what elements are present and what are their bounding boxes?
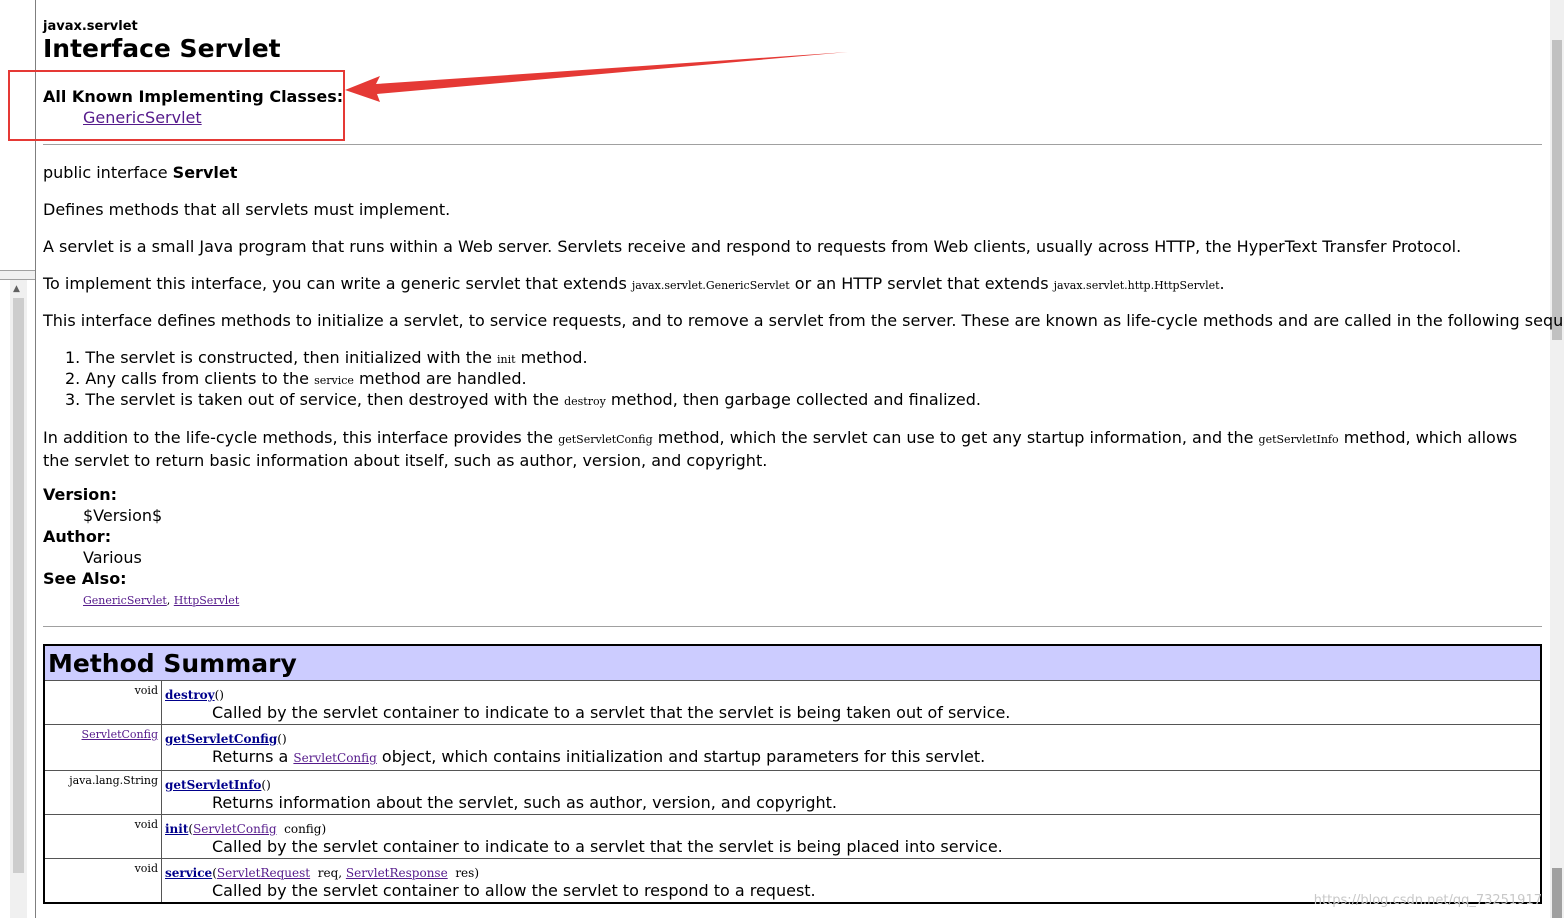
- see-also-genericservlet-link[interactable]: GenericServlet: [83, 594, 167, 607]
- author-label: Author:: [43, 527, 112, 546]
- table-row: void init(ServletConfig config) Called by…: [43, 814, 1542, 859]
- paragraph-4: This interface defines methods to initia…: [43, 311, 1564, 330]
- paragraph-2: A servlet is a small Java program that r…: [43, 237, 1462, 256]
- return-type: java.lang.String: [43, 770, 162, 815]
- table-row: void destroy() Called by the servlet cont…: [43, 680, 1542, 725]
- method-description: Returns information about the servlet, s…: [212, 793, 837, 812]
- main-scroll-thumb[interactable]: [1552, 40, 1562, 340]
- divider: [43, 626, 1542, 627]
- scroll-corner: [1552, 868, 1562, 918]
- see-also-httpservlet-link[interactable]: HttpServlet: [174, 594, 239, 607]
- method-summary-heading: Method Summary: [43, 644, 1542, 681]
- version-value: $Version$: [83, 506, 163, 525]
- return-type: void: [43, 680, 162, 725]
- param-servletrequest-link[interactable]: ServletRequest: [217, 866, 310, 880]
- author-value: Various: [83, 548, 142, 567]
- scroll-up-arrow-icon[interactable]: ▲: [13, 284, 20, 294]
- method-init-link[interactable]: init: [165, 822, 188, 836]
- return-type-servletconfig-link[interactable]: ServletConfig: [82, 728, 158, 741]
- method-description: Called by the servlet container to indic…: [212, 837, 1003, 856]
- version-label: Version:: [43, 485, 118, 504]
- left-scrollbar[interactable]: ▲: [10, 280, 27, 918]
- paragraph-5: In addition to the life-cycle methods, t…: [43, 428, 1518, 470]
- param-servletconfig-link[interactable]: ServletConfig: [193, 822, 276, 836]
- frame-splitter[interactable]: [0, 270, 35, 280]
- method-getservletconfig-link[interactable]: getServletConfig: [165, 732, 277, 746]
- paragraph-1: Defines methods that all servlets must i…: [43, 200, 451, 219]
- declaration: public interface Servlet: [43, 163, 238, 182]
- method-service-link[interactable]: service: [165, 866, 212, 880]
- list-item: 2. Any calls from clients to the service…: [65, 369, 527, 388]
- main-scrollbar[interactable]: [1550, 0, 1564, 918]
- method-getservletinfo-link[interactable]: getServletInfo: [165, 778, 261, 792]
- table-row: java.lang.String getServletInfo() Returns…: [43, 770, 1542, 815]
- see-also-links: GenericServlet, HttpServlet: [83, 594, 240, 607]
- package-name: javax.servlet: [43, 19, 138, 34]
- method-description: Returns a ServletConfig object, which co…: [212, 747, 986, 766]
- param-servletresponse-link[interactable]: ServletResponse: [346, 866, 448, 880]
- divider: [43, 144, 1542, 145]
- paragraph-3: To implement this interface, you can wri…: [43, 274, 1225, 293]
- method-destroy-link[interactable]: destroy: [165, 688, 215, 702]
- list-item: 1. The servlet is constructed, then init…: [65, 348, 588, 367]
- method-summary-table: Method Summary void destroy() Called by t…: [43, 644, 1542, 904]
- return-type: void: [43, 814, 162, 859]
- watermark: https://blog.csdn.net/qq_73251917: [1313, 893, 1542, 908]
- method-description: Called by the servlet container to indic…: [212, 703, 1011, 722]
- annotation-highlight-box: [8, 70, 345, 141]
- left-scroll-thumb[interactable]: [13, 298, 24, 873]
- servletconfig-link[interactable]: ServletConfig: [293, 751, 376, 765]
- table-row: ServletConfig getServletConfig() Returns …: [43, 724, 1542, 771]
- return-type: void: [43, 858, 162, 904]
- page-title: Interface Servlet: [43, 34, 281, 63]
- annotation-arrow-icon: [345, 52, 848, 102]
- see-also-label: See Also:: [43, 569, 127, 588]
- list-item: 3. The servlet is taken out of service, …: [65, 390, 982, 409]
